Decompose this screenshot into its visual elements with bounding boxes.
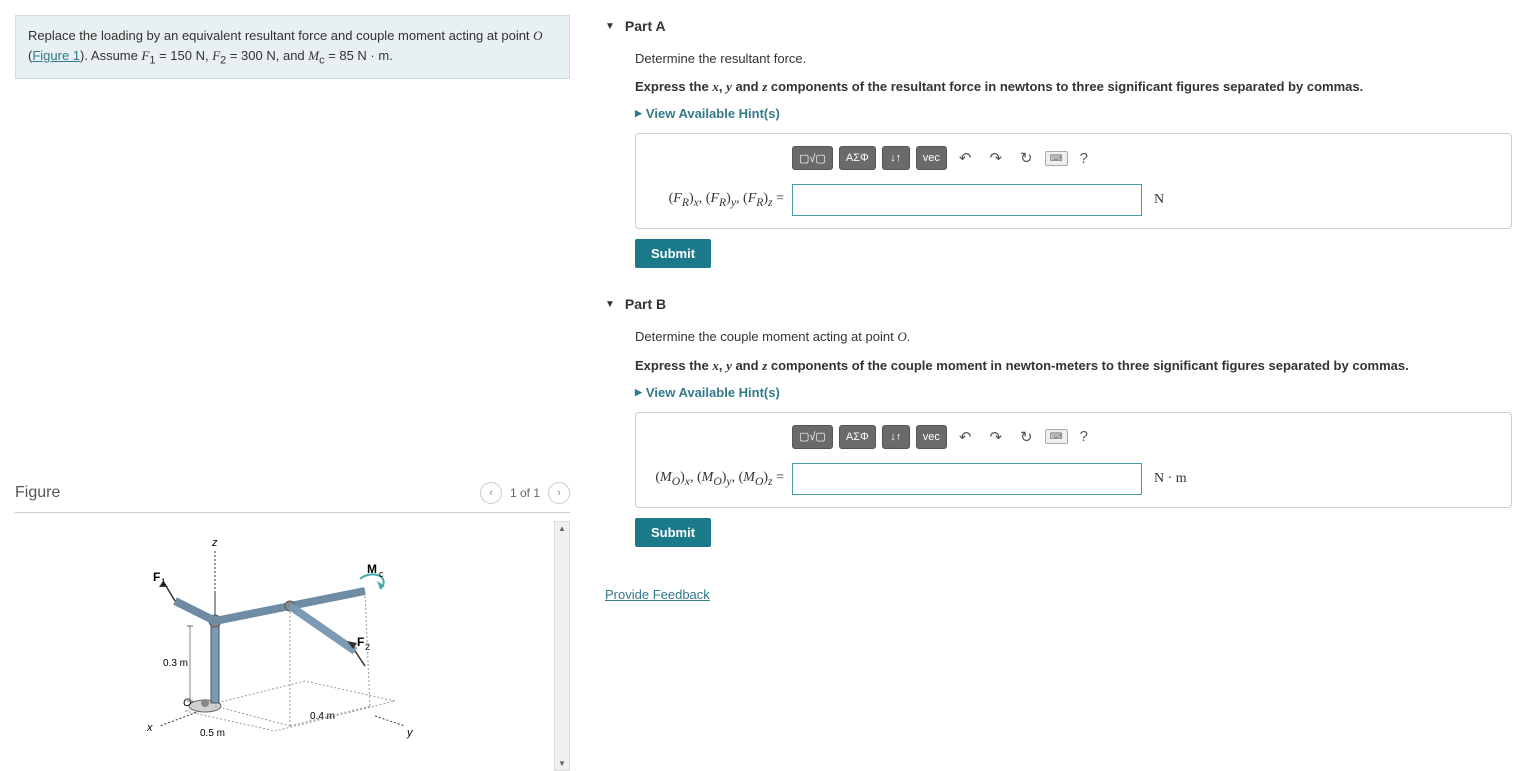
undo-button[interactable]: ↶ bbox=[953, 147, 978, 169]
part-a-submit-button[interactable]: Submit bbox=[635, 239, 711, 268]
part-a-answer-box: ▢√▢ ΑΣΦ ↓↑ vec ↶ ↷ ↻ ⌨ ? (FR)x, (FR)y, (… bbox=[635, 133, 1512, 229]
tool-greek-button[interactable]: ΑΣΦ bbox=[839, 425, 876, 449]
figure-image: z x y O bbox=[15, 521, 554, 771]
provide-feedback-link[interactable]: Provide Feedback bbox=[605, 587, 710, 602]
dim-03m: 0.3 m bbox=[163, 658, 188, 669]
part-b-answer-box: ▢√▢ ΑΣΦ ↓↑ vec ↶ ↷ ↻ ⌨ ? (MO)x, (MO)y, (… bbox=[635, 412, 1512, 508]
keyboard-button[interactable]: ⌨ bbox=[1045, 151, 1068, 166]
axis-x-label: x bbox=[146, 722, 153, 734]
part-a-answer-input[interactable] bbox=[792, 184, 1142, 216]
axis-z-label: z bbox=[211, 537, 218, 549]
figure-link[interactable]: Figure 1 bbox=[32, 48, 80, 63]
figure-section: Figure ‹ 1 of 1 › z bbox=[15, 482, 570, 771]
problem-statement: Replace the loading by an equivalent res… bbox=[15, 15, 570, 79]
var-O: O bbox=[533, 28, 542, 43]
mc-sub: c bbox=[379, 569, 384, 579]
dim-05m: 0.5 m bbox=[200, 728, 225, 739]
reset-button[interactable]: ↻ bbox=[1014, 426, 1039, 448]
redo-button[interactable]: ↷ bbox=[983, 426, 1008, 448]
part-a-instruction-2: Express the x, y and z components of the… bbox=[635, 78, 1512, 96]
scroll-down-icon[interactable]: ▼ bbox=[558, 759, 566, 768]
keyboard-button[interactable]: ⌨ bbox=[1045, 429, 1068, 444]
figure-counter: 1 of 1 bbox=[510, 486, 540, 500]
part-b-instruction-1: Determine the couple moment acting at po… bbox=[635, 328, 1512, 346]
part-a-instruction-1: Determine the resultant force. bbox=[635, 50, 1512, 68]
tool-vec-button[interactable]: vec bbox=[916, 146, 947, 170]
caret-down-icon: ▼ bbox=[605, 21, 615, 32]
f1-sub: 1 bbox=[161, 577, 166, 587]
figure-prev-button[interactable]: ‹ bbox=[480, 482, 502, 504]
part-b-answer-input[interactable] bbox=[792, 463, 1142, 495]
f2-label: F bbox=[357, 635, 364, 649]
equation-toolbar: ▢√▢ ΑΣΦ ↓↑ vec ↶ ↷ ↻ ⌨ ? bbox=[792, 146, 1499, 170]
undo-button[interactable]: ↶ bbox=[953, 426, 978, 448]
figure-title: Figure bbox=[15, 484, 60, 502]
redo-button[interactable]: ↷ bbox=[983, 147, 1008, 169]
caret-right-icon: ▶ bbox=[635, 387, 642, 398]
part-b-unit: N · m bbox=[1154, 471, 1187, 487]
part-b-header[interactable]: ▼ Part B bbox=[605, 288, 1512, 320]
tool-greek-button[interactable]: ΑΣΦ bbox=[839, 146, 876, 170]
axis-y-label: y bbox=[406, 727, 414, 739]
tool-templates-button[interactable]: ▢√▢ bbox=[792, 146, 833, 170]
figure-next-button[interactable]: › bbox=[548, 482, 570, 504]
caret-down-icon: ▼ bbox=[605, 299, 615, 310]
problem-text: Replace the loading by an equivalent res… bbox=[28, 28, 533, 43]
part-a-title: Part A bbox=[625, 18, 666, 34]
part-a-unit: N bbox=[1154, 192, 1164, 208]
part-a-input-label: (FR)x, (FR)y, (FR)z = bbox=[648, 191, 784, 209]
f1-label: F bbox=[153, 570, 160, 584]
help-button[interactable]: ? bbox=[1074, 148, 1094, 169]
part-a-header[interactable]: ▼ Part A bbox=[605, 10, 1512, 42]
tool-templates-button[interactable]: ▢√▢ bbox=[792, 425, 833, 449]
part-b-title: Part B bbox=[625, 296, 666, 312]
f2-sub: 2 bbox=[365, 642, 370, 652]
part-b-input-label: (MO)x, (MO)y, (MO)z = bbox=[648, 470, 784, 488]
scroll-up-icon[interactable]: ▲ bbox=[558, 524, 566, 533]
part-b-submit-button[interactable]: Submit bbox=[635, 518, 711, 547]
tool-arrows-button[interactable]: ↓↑ bbox=[882, 425, 910, 449]
caret-right-icon: ▶ bbox=[635, 108, 642, 119]
figure-scrollbar[interactable]: ▲ ▼ bbox=[554, 521, 570, 771]
part-a-hints-toggle[interactable]: ▶ View Available Hint(s) bbox=[635, 106, 1512, 121]
help-button[interactable]: ? bbox=[1074, 426, 1094, 447]
tool-arrows-button[interactable]: ↓↑ bbox=[882, 146, 910, 170]
tool-vec-button[interactable]: vec bbox=[916, 425, 947, 449]
part-b-hints-toggle[interactable]: ▶ View Available Hint(s) bbox=[635, 385, 1512, 400]
origin-label: O bbox=[183, 697, 192, 709]
part-b-instruction-2: Express the x, y and z components of the… bbox=[635, 357, 1512, 375]
equation-toolbar: ▢√▢ ΑΣΦ ↓↑ vec ↶ ↷ ↻ ⌨ ? bbox=[792, 425, 1499, 449]
mc-label: M bbox=[367, 562, 377, 576]
reset-button[interactable]: ↻ bbox=[1014, 147, 1039, 169]
